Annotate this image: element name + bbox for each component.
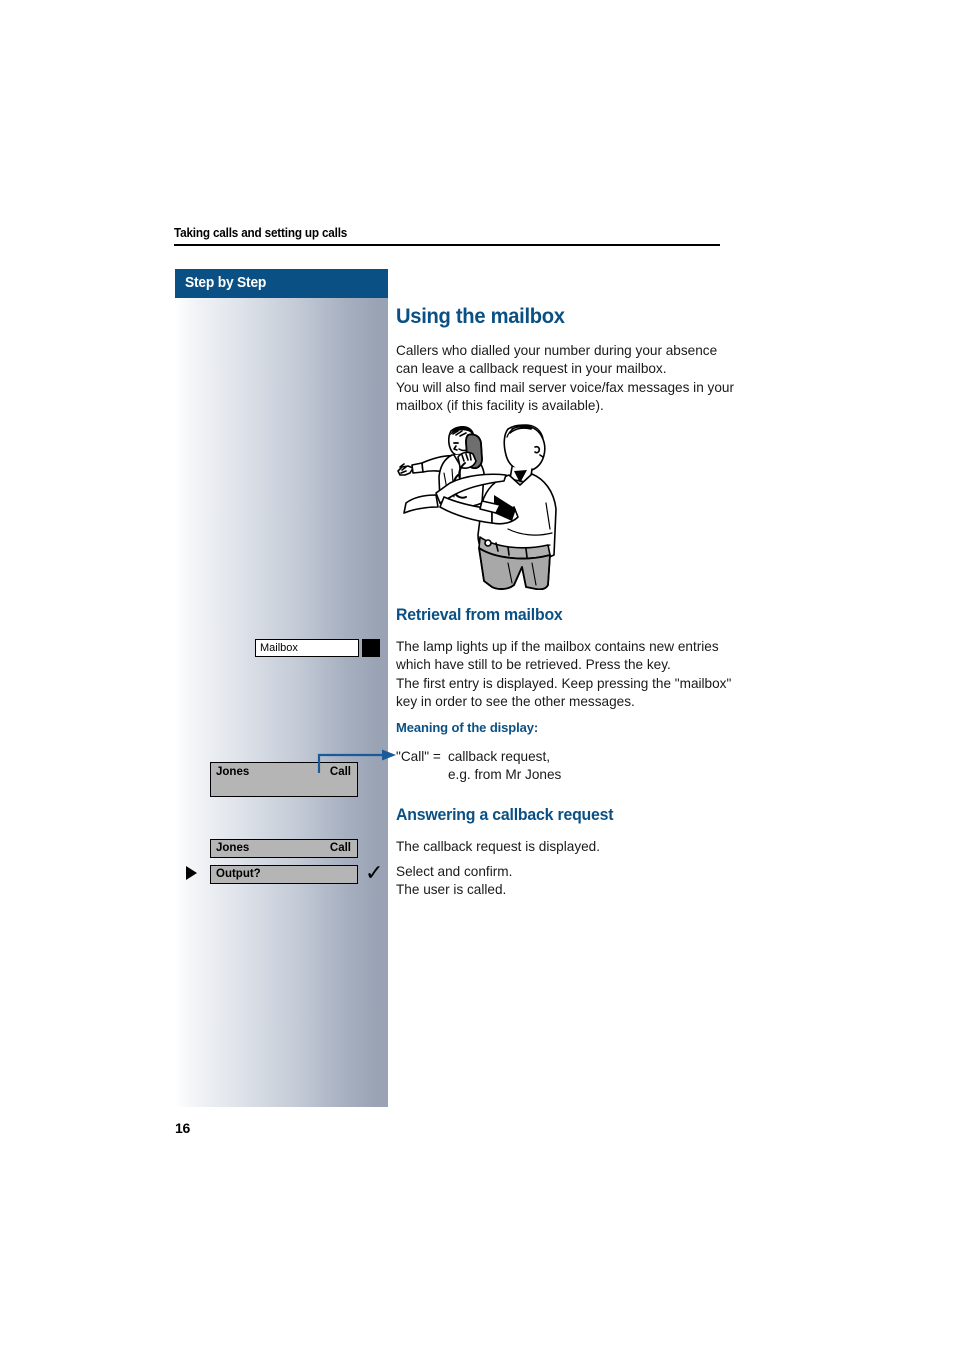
select-triangle-icon <box>186 866 197 880</box>
lamp-indicator-icon <box>362 639 380 657</box>
display-caller-name: Jones <box>216 842 250 854</box>
definition-description: callback request, e.g. from Mr Jones <box>448 749 562 783</box>
sidebar-gradient-body <box>175 298 388 1107</box>
step-by-step-sidebar: Step by Step Mailbox Jones Call Jones Ca… <box>175 269 388 1107</box>
section-heading-retrieval: Retrieval from mailbox <box>396 606 563 624</box>
display-line: Jones Call <box>211 840 357 855</box>
callout-arrow-icon <box>317 749 396 773</box>
subheading-meaning-of-display: Meaning of the display: <box>396 720 539 735</box>
intro-paragraph: Callers who dialled your number during y… <box>396 343 734 414</box>
sidebar-header-label: Step by Step <box>185 275 267 291</box>
retrieval-body: The lamp lights up if the mailbox contai… <box>396 639 732 710</box>
display-option-output[interactable]: Output? <box>216 867 261 881</box>
mailbox-key-label[interactable]: Mailbox <box>255 639 359 657</box>
definition-call: "Call" = callback request, e.g. from Mr … <box>396 748 748 785</box>
running-header: Taking calls and setting up calls <box>174 226 348 240</box>
phone-display-callback-2: Jones Call <box>210 839 358 858</box>
sidebar-header-bar: Step by Step <box>175 269 388 298</box>
confirm-check-icon: ✓ <box>365 861 384 886</box>
display-softkey-call[interactable]: Call <box>330 841 351 855</box>
definition-term: "Call" = <box>396 749 441 764</box>
answering-body-1: The callback request is displayed. <box>396 839 601 854</box>
display-line: Output? <box>211 866 357 881</box>
answering-body-2: Select and confirm. The user is called. <box>396 864 513 898</box>
page-title: Using the mailbox <box>396 305 565 328</box>
phone-display-output[interactable]: Output? <box>210 865 358 884</box>
page-number: 16 <box>175 1120 190 1136</box>
mailbox-key-widget[interactable]: Mailbox <box>255 639 380 657</box>
section-heading-answering: Answering a callback request <box>396 806 614 824</box>
illustration-handing-handset <box>397 424 557 590</box>
header-rule <box>174 244 720 246</box>
display-caller-name: Jones <box>216 766 250 778</box>
